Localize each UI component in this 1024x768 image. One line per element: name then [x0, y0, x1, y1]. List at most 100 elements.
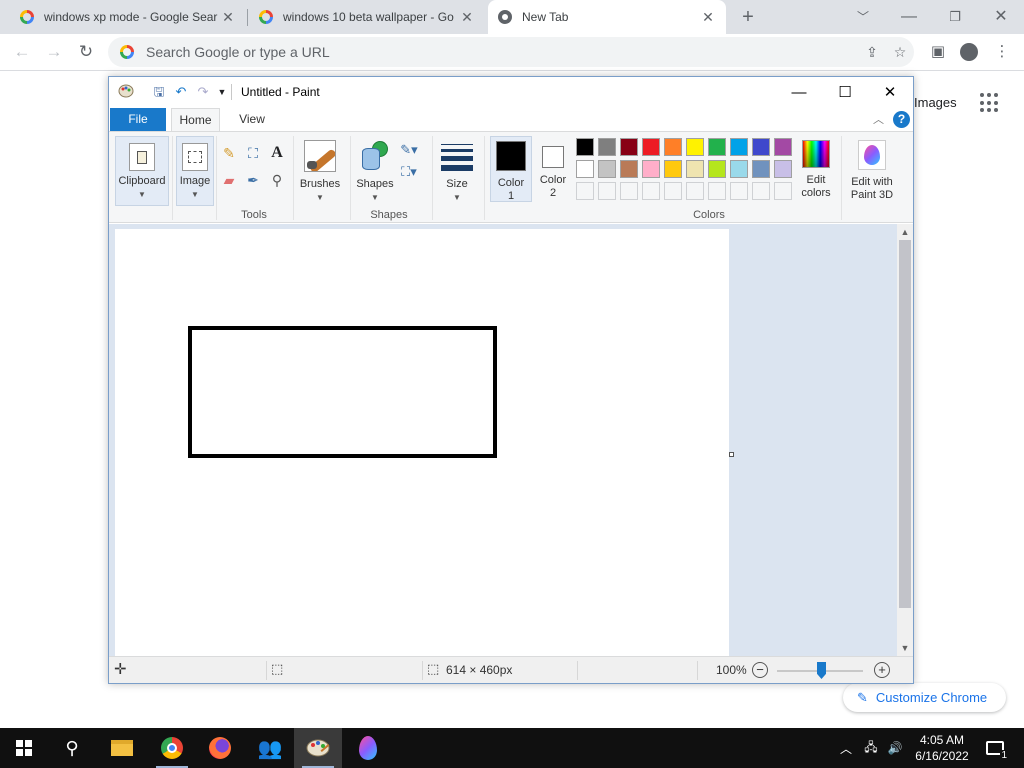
paint-titlebar[interactable]: 🖫 ↶ ↷ ▼ Untitled - Paint — ☐ ✕ [109, 77, 913, 108]
color-swatch[interactable] [598, 138, 616, 156]
color-swatch[interactable] [708, 160, 726, 178]
color-swatch[interactable] [708, 138, 726, 156]
google-apps-icon[interactable] [980, 93, 1000, 113]
close-icon[interactable]: ✕ [867, 77, 913, 108]
custom-color-slot[interactable] [730, 182, 748, 200]
fill-icon[interactable]: ⛶▾ [399, 162, 419, 182]
system-clock[interactable]: 4:05 AM 6/16/2022 [904, 732, 980, 764]
fill-bucket-icon[interactable]: ⛶ [243, 143, 263, 163]
taskbar-firefox[interactable] [196, 728, 244, 768]
color-swatch[interactable] [730, 138, 748, 156]
start-button[interactable] [0, 728, 48, 768]
custom-color-slot[interactable] [774, 182, 792, 200]
custom-color-slot[interactable] [752, 182, 770, 200]
custom-color-slot[interactable] [598, 182, 616, 200]
brushes-button[interactable]: Brushes ▼ [298, 136, 342, 206]
tab-file[interactable]: File [110, 108, 166, 131]
close-icon[interactable]: ✕ [700, 9, 716, 26]
tab-new-tab[interactable]: New Tab ✕ [488, 0, 726, 34]
notifications-button[interactable]: 1 [980, 728, 1010, 768]
outline-icon[interactable]: ✎▾ [399, 140, 419, 160]
reload-icon[interactable]: ↻ [74, 40, 98, 64]
color-swatch[interactable] [642, 160, 660, 178]
color-swatch[interactable] [774, 160, 792, 178]
clipboard-button[interactable]: Clipboard ▼ [115, 136, 169, 206]
bookmark-star-icon[interactable]: ☆ [886, 44, 914, 61]
minimize-icon[interactable]: — [896, 4, 922, 30]
text-icon[interactable]: A [267, 143, 287, 163]
color-swatch[interactable] [774, 138, 792, 156]
shapes-button[interactable]: Shapes ▼ [354, 136, 396, 206]
tab-search-icon[interactable]: ﹀ [850, 4, 876, 30]
magnifier-icon[interactable]: ⚲ [267, 170, 287, 190]
tab-windows-xp-mode[interactable]: windows xp mode - Google Sear ✕ [10, 0, 246, 34]
drawing-canvas[interactable] [115, 229, 729, 656]
edit-with-paint3d-button[interactable]: Edit with Paint 3D [846, 136, 898, 206]
color-swatch[interactable] [664, 138, 682, 156]
forward-icon[interactable]: → [42, 40, 66, 64]
network-icon[interactable]: 🖧 [860, 728, 882, 768]
tab-home[interactable]: Home [171, 108, 220, 132]
redo-icon[interactable]: ↷ [194, 84, 212, 100]
scroll-up-icon[interactable]: ▲ [897, 224, 913, 240]
maximize-icon[interactable]: ☐ [822, 77, 868, 108]
collapse-ribbon-icon[interactable]: ︿ [873, 111, 884, 127]
color-swatch[interactable] [576, 138, 594, 156]
scroll-down-icon[interactable]: ▼ [897, 640, 913, 656]
omnibox-placeholder[interactable]: Search Google or type a URL [146, 44, 858, 60]
scroll-thumb[interactable] [899, 240, 911, 608]
taskbar-paint3d[interactable] [344, 728, 392, 768]
vertical-scrollbar[interactable]: ▲ ▼ [897, 224, 913, 656]
color2-button[interactable]: Color 2 [534, 136, 572, 206]
color-picker-icon[interactable]: ✒ [243, 170, 263, 190]
edit-colors-button[interactable]: Edit colors [795, 136, 837, 206]
pencil-icon[interactable]: ✎ [219, 143, 239, 163]
size-button[interactable]: Size ▼ [437, 136, 477, 206]
zoom-in-icon[interactable]: + [874, 662, 890, 678]
show-hidden-icons[interactable]: ︿ [836, 728, 856, 768]
custom-color-slot[interactable] [708, 182, 726, 200]
eraser-icon[interactable]: ▰ [219, 170, 239, 190]
chrome-menu-icon[interactable]: ⋮ [990, 40, 1014, 64]
close-window-icon[interactable]: ✕ [988, 4, 1014, 30]
color-swatch[interactable] [620, 138, 638, 156]
new-tab-button[interactable]: + [735, 4, 761, 30]
custom-color-slot[interactable] [664, 182, 682, 200]
color-swatch[interactable] [642, 138, 660, 156]
color1-button[interactable]: Color 1 [490, 136, 532, 202]
color-swatch[interactable] [576, 160, 594, 178]
save-icon[interactable]: 🖫 [150, 84, 168, 100]
share-icon[interactable]: ⇪ [858, 44, 886, 61]
color-swatch[interactable] [598, 160, 616, 178]
zoom-out-icon[interactable]: − [752, 662, 768, 678]
customize-qat-icon[interactable]: ▼ [213, 84, 231, 100]
canvas-resize-handle[interactable] [729, 452, 734, 457]
taskbar-paint[interactable] [294, 728, 342, 768]
undo-icon[interactable]: ↶ [172, 84, 190, 100]
custom-color-slot[interactable] [642, 182, 660, 200]
custom-color-slot[interactable] [620, 182, 638, 200]
custom-color-slot[interactable] [686, 182, 704, 200]
taskbar-file-explorer[interactable] [98, 728, 146, 768]
profile-avatar-icon[interactable] [957, 40, 981, 64]
minimize-icon[interactable]: — [776, 77, 822, 108]
color-swatch[interactable] [730, 160, 748, 178]
close-icon[interactable]: ✕ [220, 9, 236, 26]
zoom-slider-thumb[interactable] [817, 662, 826, 679]
tab-view[interactable]: View [229, 108, 275, 131]
omnibox[interactable]: Search Google or type a URL ⇪ ☆ [108, 37, 914, 67]
help-icon[interactable]: ? [893, 111, 910, 128]
customize-chrome-button[interactable]: ✎ Customize Chrome [843, 683, 1006, 712]
paint-app-icon[interactable] [117, 84, 135, 100]
color-swatch[interactable] [620, 160, 638, 178]
back-icon[interactable]: ← [10, 40, 34, 64]
color-swatch[interactable] [686, 160, 704, 178]
search-button[interactable]: ⚲ [48, 728, 96, 768]
color-swatch[interactable] [664, 160, 682, 178]
restore-icon[interactable]: ❐ [942, 4, 968, 30]
color-swatch[interactable] [752, 138, 770, 156]
volume-icon[interactable]: 🔊 [884, 728, 906, 768]
images-link[interactable]: Images [914, 95, 957, 110]
image-button[interactable]: Image ▼ [176, 136, 214, 206]
color-swatch[interactable] [752, 160, 770, 178]
